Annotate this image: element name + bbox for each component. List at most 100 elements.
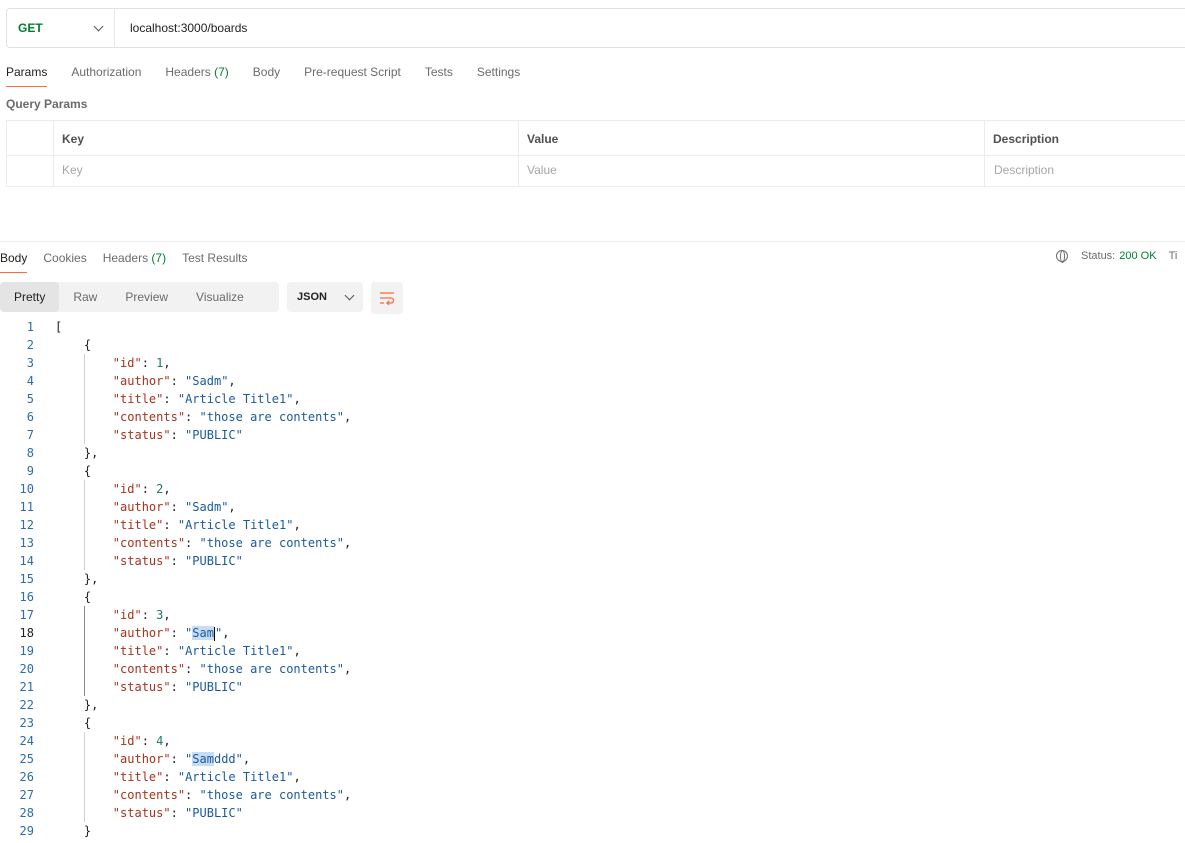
line-number: 4 bbox=[26, 374, 34, 388]
method-label: GET bbox=[18, 21, 43, 35]
code-text: "id": 4, bbox=[112, 734, 171, 748]
code-text: { bbox=[55, 464, 92, 478]
response-tab-test-results[interactable]: Test Results bbox=[182, 250, 247, 266]
tab-params[interactable]: Params bbox=[6, 64, 48, 88]
line-number: 14 bbox=[19, 554, 34, 568]
url-input[interactable]: localhost:3000/boards bbox=[130, 21, 247, 35]
indent-guide bbox=[84, 354, 85, 444]
json-value: 4 bbox=[156, 734, 164, 748]
code-text: "id": 2, bbox=[112, 482, 171, 496]
pretty-button[interactable]: Pretty bbox=[0, 282, 60, 312]
response-status: Status: 200 OK Ti bbox=[1056, 250, 1177, 263]
code-text: { bbox=[55, 338, 92, 352]
indent-guide bbox=[84, 606, 85, 696]
preview-button[interactable]: Preview bbox=[111, 282, 182, 312]
globe-icon[interactable] bbox=[1056, 250, 1068, 263]
tab-tests[interactable]: Tests bbox=[425, 64, 453, 88]
tab-headers[interactable]: Headers (7) bbox=[165, 64, 228, 88]
line-number: 25 bbox=[19, 752, 34, 766]
chevron-down-icon bbox=[93, 21, 104, 31]
key-input[interactable]: Key bbox=[62, 163, 83, 177]
response-tab-headers-count: (7) bbox=[151, 251, 167, 265]
json-value: 3 bbox=[156, 608, 164, 622]
line-number: 24 bbox=[19, 734, 34, 748]
code-text: "title": "Article Title1", bbox=[112, 518, 301, 532]
code-text: "contents": "those are contents", bbox=[112, 788, 352, 802]
wrap-lines-icon bbox=[380, 292, 395, 305]
line-number: 22 bbox=[19, 698, 34, 712]
tab-prerequest-script[interactable]: Pre-request Script bbox=[304, 64, 401, 88]
line-number: 23 bbox=[19, 716, 34, 730]
line-number: 17 bbox=[19, 608, 34, 622]
status-badge[interactable]: 200 OK bbox=[1119, 250, 1156, 262]
line-number: 29 bbox=[19, 824, 34, 838]
line-number: 12 bbox=[19, 518, 34, 532]
line-number: 27 bbox=[19, 788, 34, 802]
wrap-lines-button[interactable] bbox=[371, 282, 403, 314]
json-value: 2 bbox=[156, 482, 164, 496]
indent-guide bbox=[84, 732, 85, 822]
line-number: 3 bbox=[26, 356, 34, 370]
column-description: Description bbox=[993, 132, 1060, 146]
code-text: "title": "Article Title1", bbox=[112, 644, 301, 658]
line-number: 1 bbox=[26, 320, 34, 334]
code-text: { bbox=[55, 590, 92, 604]
table-row: Key Value Description bbox=[7, 155, 1185, 187]
code-text: }, bbox=[55, 446, 99, 460]
table-header-row: Key Value Description bbox=[7, 121, 1185, 156]
method-select[interactable]: GET bbox=[7, 9, 115, 47]
line-number: 7 bbox=[26, 428, 34, 442]
line-number: 15 bbox=[19, 572, 34, 586]
format-label: JSON bbox=[297, 291, 327, 303]
code-text: "id": 3, bbox=[112, 608, 171, 622]
query-params-title: Query Params bbox=[6, 97, 88, 111]
line-number: 10 bbox=[19, 482, 34, 496]
tab-settings[interactable]: Settings bbox=[477, 64, 520, 88]
line-number: 9 bbox=[26, 464, 34, 478]
code-text: "author": "Sam", bbox=[112, 626, 230, 641]
code-text: "author": "Sadm", bbox=[112, 374, 236, 388]
code-text: } bbox=[55, 824, 92, 838]
line-number: 2 bbox=[26, 338, 34, 352]
code-text: [ bbox=[55, 320, 63, 334]
code-text: "contents": "those are contents", bbox=[112, 410, 352, 424]
line-number: 19 bbox=[19, 644, 34, 658]
code-text: "title": "Article Title1", bbox=[112, 770, 301, 784]
line-number: 21 bbox=[19, 680, 34, 694]
indent-guide bbox=[84, 480, 85, 570]
code-text: }, bbox=[55, 698, 99, 712]
response-tab-headers-label: Headers bbox=[102, 251, 149, 265]
code-text: "id": 1, bbox=[112, 356, 171, 370]
line-number: 16 bbox=[19, 590, 34, 604]
line-number: 18 bbox=[19, 626, 34, 640]
raw-button[interactable]: Raw bbox=[59, 282, 111, 312]
line-number: 26 bbox=[19, 770, 34, 784]
visualize-button[interactable]: Visualize bbox=[182, 282, 258, 312]
json-value-suffix: ddd bbox=[213, 752, 236, 766]
line-number: 5 bbox=[26, 392, 34, 406]
column-value: Value bbox=[527, 132, 559, 146]
response-tab-cookies[interactable]: Cookies bbox=[43, 250, 86, 266]
status-label: Status: bbox=[1081, 250, 1116, 262]
selected-text: Sam bbox=[192, 626, 214, 640]
response-tab-headers[interactable]: Headers (7) bbox=[103, 250, 166, 266]
line-number: 28 bbox=[19, 806, 34, 820]
column-key: Key bbox=[62, 132, 85, 146]
view-mode-segmented: Pretty Raw Preview Visualize bbox=[0, 282, 279, 312]
text-caret bbox=[213, 626, 215, 641]
format-select[interactable]: JSON bbox=[287, 282, 363, 312]
pane-divider[interactable] bbox=[0, 241, 1185, 242]
tab-headers-count: (7) bbox=[214, 65, 229, 79]
line-number: 8 bbox=[26, 446, 34, 460]
tab-body[interactable]: Body bbox=[253, 64, 280, 88]
json-value: 1 bbox=[156, 356, 164, 370]
line-number: 11 bbox=[19, 500, 34, 514]
tab-authorization[interactable]: Authorization bbox=[71, 64, 141, 88]
description-input[interactable]: Description bbox=[994, 163, 1054, 177]
line-number: 20 bbox=[19, 662, 34, 676]
response-tab-body[interactable]: Body bbox=[0, 250, 28, 273]
code-text: "contents": "those are contents", bbox=[112, 662, 352, 676]
selected-text: Sam bbox=[192, 752, 214, 766]
value-input[interactable]: Value bbox=[527, 163, 557, 177]
request-bar: GET localhost:3000/boards bbox=[6, 8, 1185, 48]
